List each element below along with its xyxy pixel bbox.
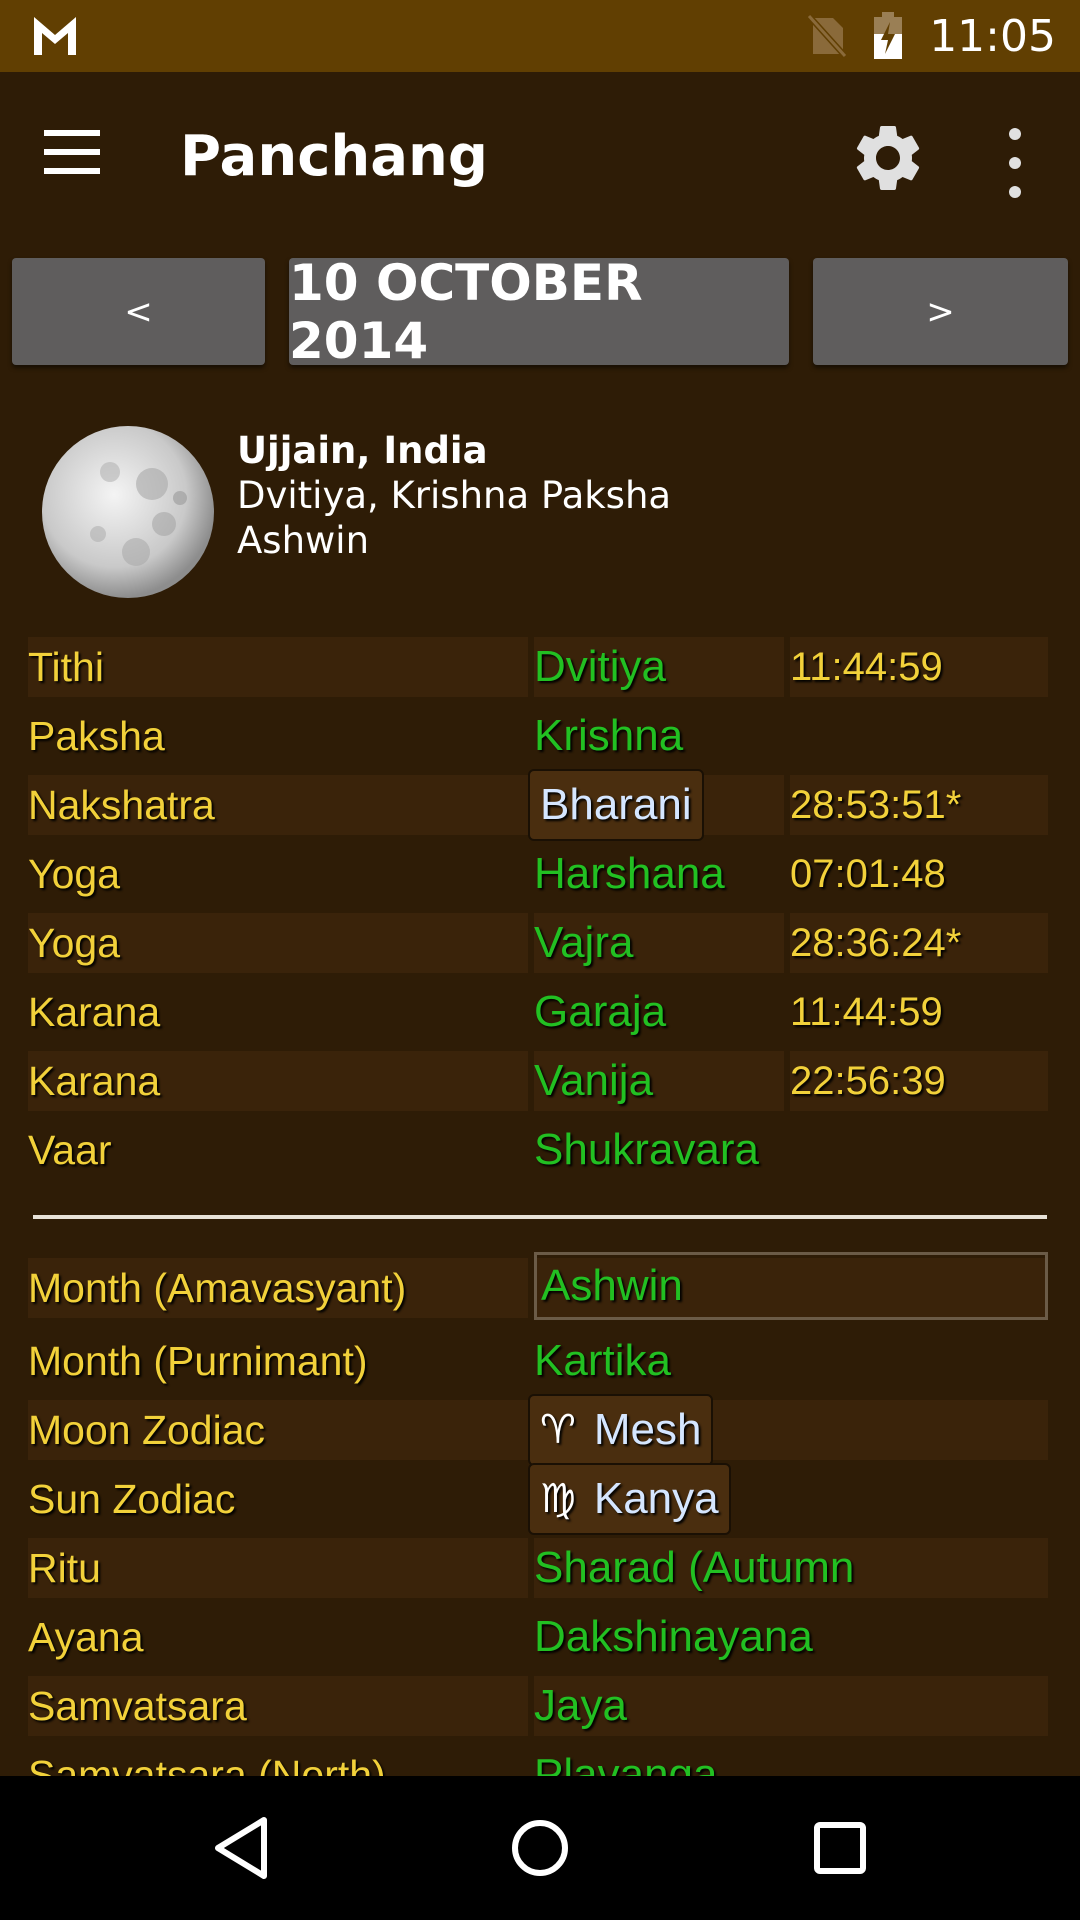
previous-day-button[interactable]: <	[12, 258, 265, 365]
row-value: Jaya	[534, 1676, 1048, 1736]
row-value: Sharad (Autumn	[534, 1538, 1048, 1598]
hamburger-icon[interactable]	[44, 112, 124, 192]
table-row: Yoga Harshana 07:01:48	[28, 844, 1048, 904]
location-month: Ashwin	[237, 519, 370, 562]
status-time: 11:05	[929, 10, 1056, 62]
row-label: Karana	[28, 988, 161, 1035]
table-row: Month (Amavasyant) Ashwin	[28, 1252, 1048, 1320]
row-value: Vajra	[534, 913, 784, 973]
row-end-time: 11:44:59	[790, 637, 1048, 697]
date-button[interactable]: 10 OCTOBER 2014	[289, 254, 789, 370]
row-end-time	[790, 706, 1048, 766]
row-value: Dvitiya	[534, 637, 784, 697]
table-row: Month (Purnimant) Kartika	[28, 1331, 1048, 1391]
status-icons: 11:05	[807, 11, 1056, 62]
app-toolbar: Panchang	[0, 72, 1080, 240]
row-value: Dakshinayana	[534, 1612, 813, 1661]
row-label: Yoga	[28, 850, 120, 897]
row-end-time: 07:01:48	[790, 851, 946, 896]
system-nav-bar	[0, 1776, 1080, 1920]
row-label: Tithi	[28, 637, 528, 697]
row-value: Ashwin	[534, 1252, 1048, 1320]
table-row: Vaar Shukravara	[28, 1120, 1048, 1180]
row-label: Moon Zodiac	[28, 1400, 528, 1460]
month-amavasyant-value[interactable]: Ashwin	[534, 1252, 1048, 1320]
row-end-time: 28:36:24*	[790, 913, 1048, 973]
row-end-time: 11:44:59	[790, 989, 943, 1034]
aries-icon: ♈	[540, 1407, 576, 1453]
back-icon[interactable]	[206, 1812, 278, 1884]
row-label: Karana	[28, 1051, 528, 1111]
location-tithi-paksha: Dvitiya, Krishna Paksha	[237, 474, 672, 517]
row-value: Krishna	[534, 711, 684, 760]
table-row: Nakshatra Bharani 28:53:51*	[28, 769, 1048, 841]
status-bar: 11:05	[0, 0, 1080, 72]
table-row: Samvatsara Jaya	[28, 1676, 1048, 1736]
row-value: ♍ Kanya	[528, 1463, 1048, 1535]
battery-charging-icon	[874, 12, 903, 59]
row-value: ♈ Mesh	[528, 1394, 1048, 1466]
home-icon[interactable]	[504, 1812, 576, 1884]
row-value: Garaja	[534, 987, 667, 1036]
row-label: Yoga	[28, 913, 528, 973]
moon-zodiac-chip[interactable]: ♈ Mesh	[528, 1394, 714, 1466]
table-row: Sun Zodiac ♍ Kanya	[28, 1463, 1048, 1535]
table-row: Ayana Dakshinayana	[28, 1607, 1048, 1667]
row-end-time: 28:53:51*	[790, 775, 1048, 835]
section-divider	[33, 1215, 1047, 1219]
row-value: Shukravara	[534, 1125, 760, 1174]
table-row: Tithi Dvitiya 11:44:59	[28, 637, 1048, 697]
table-row: Karana Garaja 11:44:59	[28, 982, 1048, 1042]
row-label: Sun Zodiac	[28, 1475, 236, 1522]
row-label: Ayana	[28, 1613, 144, 1660]
page-title: Panchang	[180, 124, 488, 189]
location-info: Ujjain, India Dvitiya, Krishna Paksha As…	[237, 428, 671, 563]
row-label: Ritu	[28, 1538, 528, 1598]
gmail-icon	[34, 17, 76, 55]
row-label: Month (Purnimant)	[28, 1337, 368, 1384]
moon-phase-icon	[42, 426, 214, 598]
table-row: Yoga Vajra 28:36:24*	[28, 913, 1048, 973]
sun-zodiac-label: Kanya	[593, 1474, 719, 1523]
table-row: Karana Vanija 22:56:39	[28, 1051, 1048, 1111]
nakshatra-chip[interactable]: Bharani	[528, 769, 704, 841]
more-vert-icon[interactable]	[990, 128, 1040, 198]
location-city: Ujjain, India	[237, 429, 488, 472]
row-value: Bharani	[528, 769, 784, 841]
row-label: Samvatsara	[28, 1676, 528, 1736]
moon-zodiac-label: Mesh	[593, 1405, 702, 1454]
row-end-time: 22:56:39	[790, 1051, 1048, 1111]
next-day-button[interactable]: >	[813, 258, 1068, 365]
virgo-icon: ♍	[540, 1476, 576, 1522]
row-label: Month (Amavasyant)	[28, 1258, 528, 1318]
recents-icon[interactable]	[804, 1812, 876, 1884]
row-label: Nakshatra	[28, 775, 528, 835]
row-label: Vaar	[28, 1126, 112, 1173]
no-sim-icon	[807, 14, 848, 58]
row-label: Paksha	[28, 712, 165, 759]
row-value: Vanija	[534, 1051, 784, 1111]
row-value: Harshana	[534, 849, 725, 898]
table-row: Ritu Sharad (Autumn	[28, 1538, 1048, 1598]
table-row: Moon Zodiac ♈ Mesh	[28, 1394, 1048, 1466]
gear-icon[interactable]	[848, 118, 928, 198]
row-value: Kartika	[534, 1336, 671, 1385]
sun-zodiac-chip[interactable]: ♍ Kanya	[528, 1463, 731, 1535]
table-row: Paksha Krishna	[28, 706, 1048, 766]
